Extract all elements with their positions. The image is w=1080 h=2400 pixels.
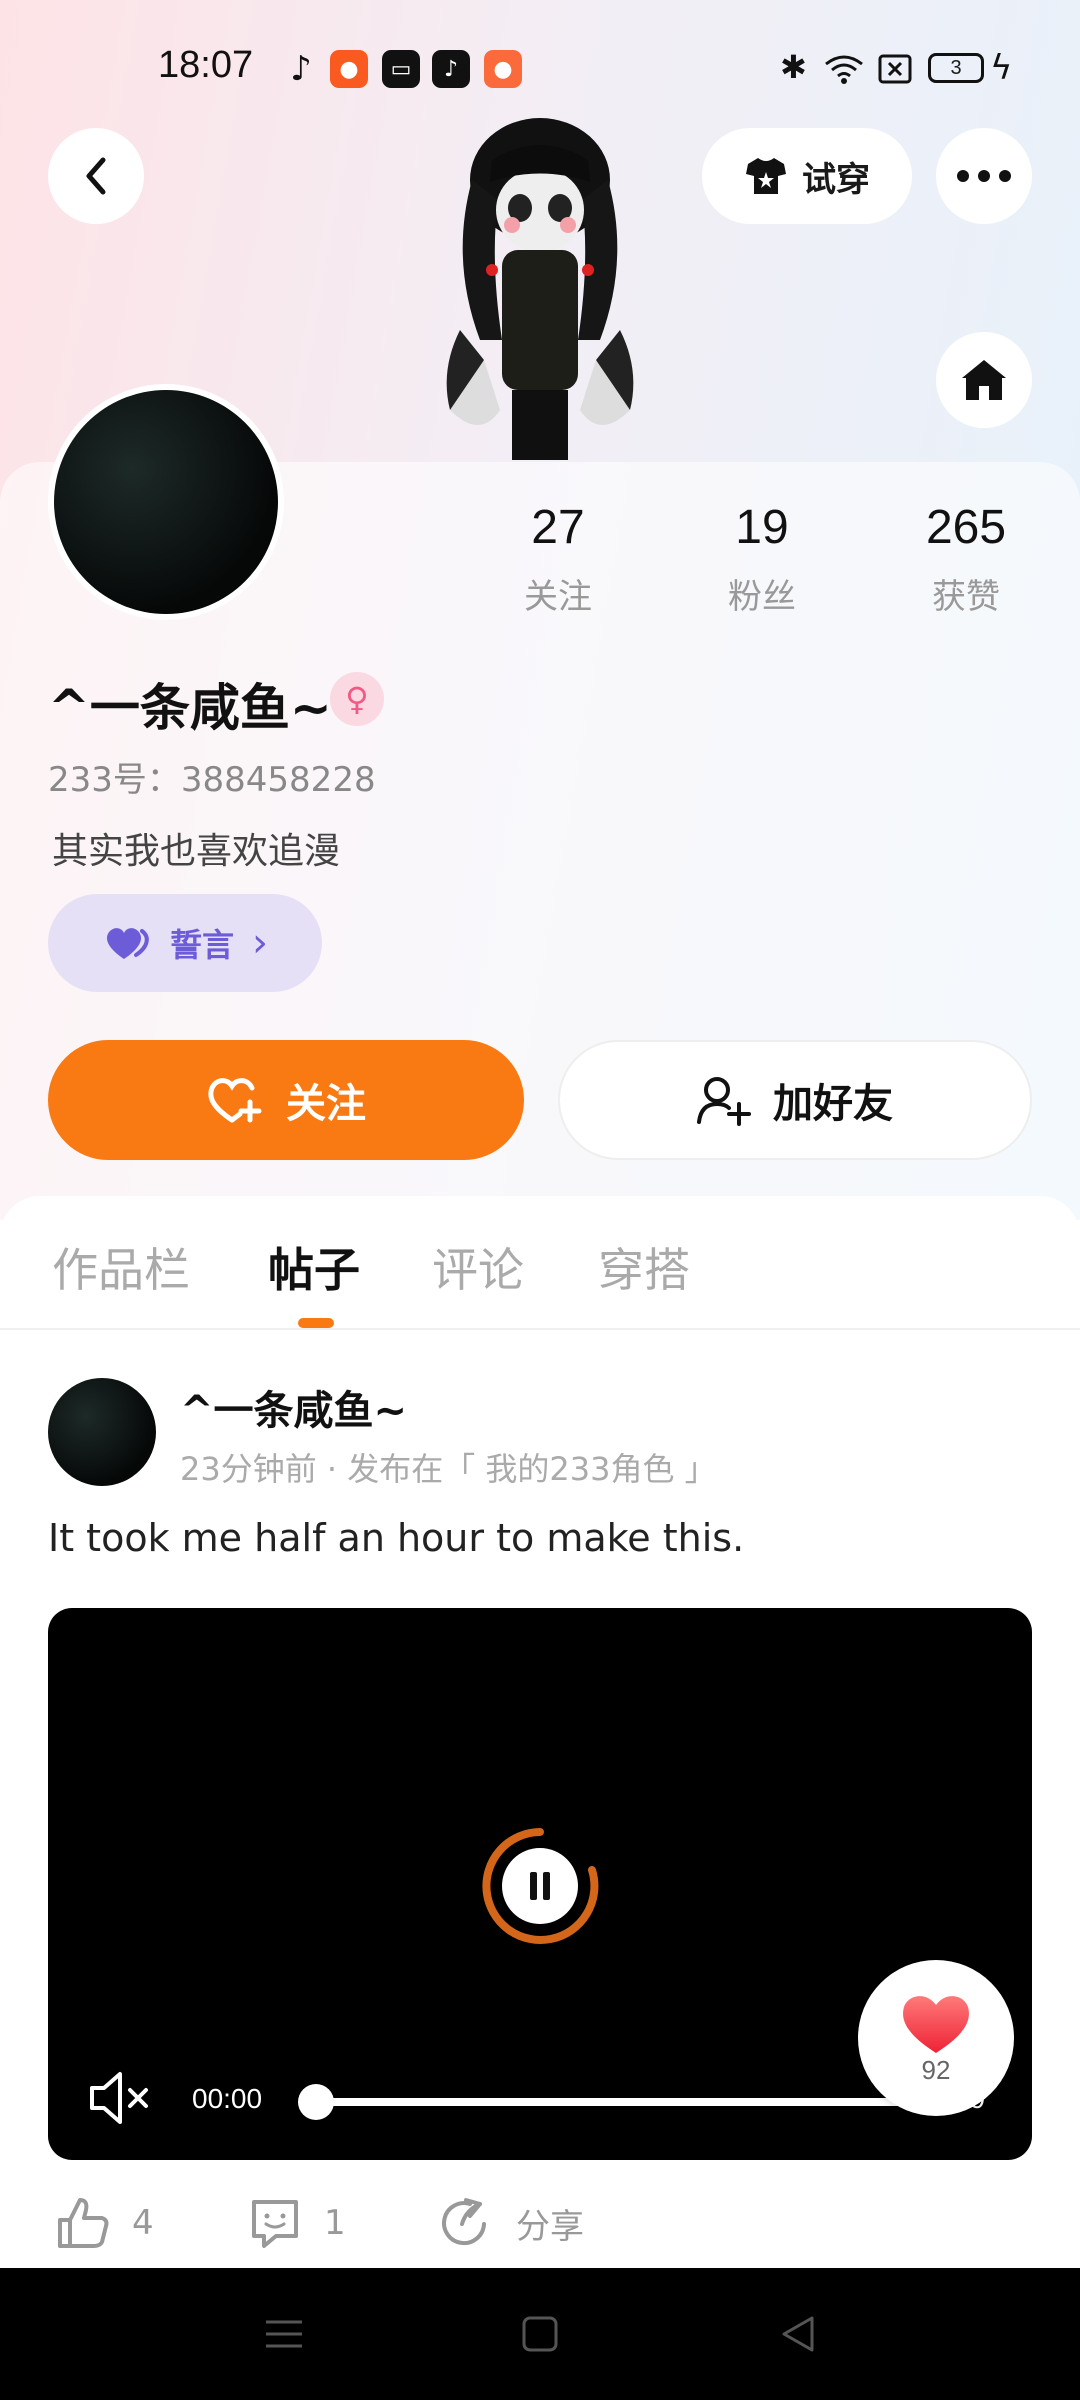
charging-icon: ϟ <box>990 48 1013 88</box>
try-on-label: 试穿 <box>802 159 870 200</box>
add-friend-label: 加好友 <box>773 1081 893 1127</box>
follow-label: 关注 <box>286 1081 366 1127</box>
heart-like-bubble[interactable]: 92 <box>858 1960 1014 2116</box>
try-on-button[interactable]: 试穿 <box>702 128 912 224</box>
follow-button[interactable]: 关注 <box>48 1040 524 1160</box>
pause-button[interactable] <box>480 1826 600 1946</box>
more-options-button[interactable] <box>936 128 1032 224</box>
video-progress-knob[interactable] <box>298 2084 334 2120</box>
share-action[interactable]: 分享 <box>440 2196 584 2250</box>
share-label: 分享 <box>516 2206 584 2247</box>
tiktok-music-icon: ♪ <box>290 49 312 89</box>
video-progress-track[interactable] <box>316 2098 916 2106</box>
menu-icon[interactable] <box>262 2312 306 2356</box>
home-button[interactable] <box>936 332 1032 428</box>
post-author-name[interactable]: ^一条咸鱼~ <box>180 1378 407 1436</box>
female-gender-icon: ♀ <box>330 672 384 726</box>
home-icon <box>962 360 1006 400</box>
profile-bio: 其实我也喜欢追漫 <box>52 831 341 872</box>
tshirt-icon <box>746 158 786 194</box>
stat-likes[interactable]: 265 获赞 <box>886 500 1046 618</box>
post-text: It took me half an hour to make this. <box>48 1516 745 1560</box>
stat-following[interactable]: 27 关注 <box>478 500 638 618</box>
back-nav-icon[interactable] <box>776 2312 820 2356</box>
vow-label: 誓言 <box>169 926 234 964</box>
tab-indicator <box>298 1318 334 1328</box>
vow-button[interactable]: 誓言 › <box>48 894 322 992</box>
add-friend-button[interactable]: 加好友 <box>558 1040 1032 1160</box>
share-icon <box>442 2198 486 2246</box>
battery-indicator: 3 <box>928 53 984 83</box>
comment-action[interactable]: 1 <box>248 2196 346 2250</box>
home-nav-icon[interactable] <box>518 2312 562 2356</box>
stat-value: 265 <box>925 501 1007 554</box>
tab-posts[interactable]: 帖子 <box>268 1234 360 1300</box>
user-id: 233号：388458228 <box>48 760 376 800</box>
wifi-icon <box>825 55 863 84</box>
stat-label: 获赞 <box>932 577 1000 617</box>
status-time: 18:07 <box>158 44 254 86</box>
like-count: 4 <box>132 2203 154 2243</box>
heart-vow-icon <box>106 928 149 959</box>
post-author-avatar[interactable] <box>48 1378 156 1486</box>
avatar-image <box>54 390 278 614</box>
mute-icon[interactable] <box>86 2068 156 2128</box>
stat-value: 27 <box>531 501 585 554</box>
like-action[interactable]: 4 <box>56 2196 154 2250</box>
post-meta: 23分钟前 · 发布在「 我的233角色 」 <box>180 1450 717 1488</box>
stat-value: 19 <box>735 501 789 554</box>
chevron-right-icon: › <box>252 920 268 966</box>
chevron-left-icon <box>86 157 106 195</box>
comment-icon <box>252 2200 298 2248</box>
add-user-icon <box>697 1077 751 1126</box>
kuaishou-lite-icon: ● <box>484 50 522 88</box>
kuaishou-icon: ● <box>330 50 368 88</box>
thumbs-up-icon <box>58 2198 109 2248</box>
video-current-time: 00:00 <box>192 2083 263 2114</box>
back-button[interactable] <box>48 128 144 224</box>
heart-icon <box>903 1995 969 2053</box>
tiktok-icon: ♪ <box>432 50 470 88</box>
heart-count: 92 <box>921 2054 951 2085</box>
no-sim-icon <box>878 54 912 84</box>
camera-record-icon: ▭ <box>382 50 420 88</box>
tab-works[interactable]: 作品栏 <box>52 1234 190 1300</box>
divider <box>0 1328 1080 1330</box>
stat-label: 粉丝 <box>728 577 796 617</box>
profile-name: ^一条咸鱼~ <box>48 679 332 737</box>
bluetooth-icon: ✱ <box>780 48 807 86</box>
profile-avatar[interactable] <box>48 384 284 620</box>
avatar-3d-character <box>446 118 634 460</box>
system-navigation-bar <box>0 2268 1080 2400</box>
stat-label: 关注 <box>524 577 592 617</box>
stat-fans[interactable]: 19 粉丝 <box>682 500 842 618</box>
heart-plus-icon <box>208 1078 262 1123</box>
comment-count: 1 <box>324 2203 346 2243</box>
more-dots-icon <box>957 170 1011 182</box>
tab-outfits[interactable]: 穿搭 <box>598 1234 690 1300</box>
tab-comments[interactable]: 评论 <box>432 1234 524 1300</box>
